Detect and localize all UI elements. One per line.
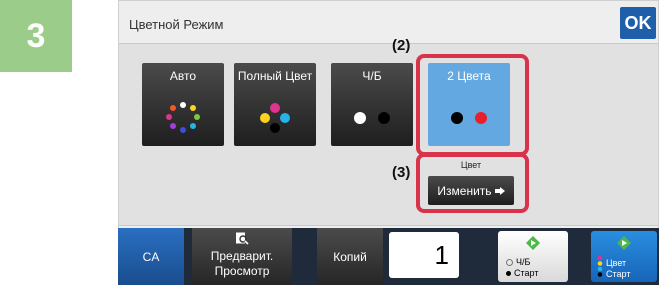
preview-button[interactable]: Предварит. Просмотр [192, 228, 292, 285]
change-color-group: Цвет Изменить [428, 160, 514, 205]
magnifier-document-icon [236, 232, 249, 245]
callout-2: (2) [392, 37, 411, 54]
change-button-label: Изменить [437, 183, 492, 198]
bottom-bar: CA Предварит. Просмотр Копий 1 Ч/Б Старт [118, 228, 659, 285]
mode-bw-button[interactable]: Ч/Б [331, 63, 413, 146]
dialog-title: Цветной Режим [129, 17, 224, 32]
ok-button[interactable]: OK [620, 7, 656, 39]
copies-count-field[interactable]: 1 [389, 232, 459, 278]
preview-label-line2: Просмотр [214, 264, 270, 278]
mode-auto-label: Авто [169, 69, 197, 83]
bw-start-button[interactable]: Ч/Б Старт [498, 231, 568, 282]
two-color-dots-icon [428, 102, 510, 132]
bw-start-line1: Ч/Б [516, 257, 531, 267]
copies-button[interactable]: Копий [317, 228, 383, 285]
diamond-start-icon [526, 236, 540, 250]
color-start-line2: Старт [606, 269, 631, 279]
mode-two-color-label: 2 Цвета [447, 69, 491, 83]
color-start-button[interactable]: Цвет Старт [591, 231, 657, 282]
step-number-badge: 3 [0, 0, 72, 72]
cmyk-dots-icon [234, 102, 316, 133]
mode-two-color-button[interactable]: 2 Цвета [428, 63, 510, 146]
preview-label-line1: Предварит. [210, 249, 274, 263]
black-dot-icon [506, 270, 511, 276]
arrow-right-icon [494, 186, 505, 195]
cmyk-dots-icon [597, 255, 603, 277]
color-start-line1: Цвет [606, 258, 627, 268]
diamond-start-icon [617, 236, 631, 250]
change-button[interactable]: Изменить [428, 176, 514, 205]
bw-start-line2: Старт [514, 268, 539, 278]
mode-full-color-button[interactable]: Полный Цвет [234, 63, 316, 146]
auto-ring-icon [142, 102, 224, 133]
mode-full-color-label: Полный Цвет [237, 69, 313, 83]
white-dot-icon [506, 258, 513, 266]
callout-3: (3) [392, 164, 411, 181]
bw-dots-icon [331, 102, 413, 132]
ca-button[interactable]: CA [118, 228, 184, 285]
mode-auto-button[interactable]: Авто [142, 63, 224, 146]
change-group-label: Цвет [460, 160, 482, 170]
mode-bw-label: Ч/Б [362, 69, 382, 83]
